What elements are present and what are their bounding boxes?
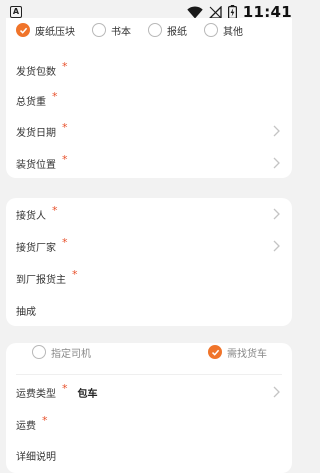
shipper-report-field[interactable]: 到厂报货主 * [6,262,292,294]
chevron-right-icon [273,240,280,252]
transport-card: 指定司机 需找货车 运费类型 * 包车 运费 * 详细说明 [6,343,292,473]
wifi-icon [187,5,203,18]
weight-field[interactable]: 总货重 * [6,84,292,116]
app-notification-icon: A [10,6,22,18]
chevron-right-icon [273,157,280,169]
cargo-type-label: 书本 [111,26,131,38]
specified-driver-option[interactable]: 指定司机 [32,345,91,360]
required-mark: * [62,235,68,249]
battery-charging-icon [227,5,237,19]
receiver-card: 接货人 * 接货厂家 * 到厂报货主 * 抽成 [6,198,292,326]
cargo-type-option-2[interactable]: 书本 [92,23,131,38]
cargo-type-option-4[interactable]: 其他 [204,23,243,38]
required-mark: * [52,89,58,103]
cellular-signal-icon [208,5,222,19]
find-truck-label: 需找货车 [227,348,267,360]
details-field[interactable]: 详细说明 [6,439,292,471]
required-mark: * [62,120,68,134]
cargo-type-label: 其他 [223,26,243,38]
chevron-right-icon [273,208,280,220]
packages-field[interactable]: 发货包数 * [6,54,292,86]
specified-driver-label: 指定司机 [51,348,91,360]
freight-type-field[interactable]: 运费类型 * 包车 [6,376,292,408]
cargo-type-label: 报纸 [167,26,187,38]
required-mark: * [52,203,58,217]
receiver-label: 接货人 [16,210,46,222]
shipment-card: 废纸压块 书本 报纸 其他 发货包数 * 总货重 * 发货日期 * 装货位置 * [6,18,292,178]
cargo-type-option-1[interactable]: 废纸压块 [16,23,75,38]
receiving-factory-label: 接货厂家 [16,242,56,254]
commission-field[interactable]: 抽成 [6,294,292,326]
required-mark: * [62,59,68,73]
freight-type-label: 运费类型 [16,388,56,400]
chevron-right-icon [273,386,280,398]
ship-date-field[interactable]: 发货日期 * [6,115,292,147]
required-mark: * [62,381,68,395]
required-mark: * [62,152,68,166]
freight-field[interactable]: 运费 * [6,408,292,440]
radio-unchecked-icon[interactable] [32,345,46,359]
freight-label: 运费 [16,420,36,432]
load-location-field[interactable]: 装货位置 * [6,147,292,179]
commission-label: 抽成 [16,306,36,318]
details-label: 详细说明 [16,451,56,463]
find-truck-option[interactable]: 需找货车 [208,345,267,360]
radio-unchecked-icon[interactable] [204,23,218,37]
radio-checked-icon[interactable] [208,345,222,359]
radio-unchecked-icon[interactable] [148,23,162,37]
packages-label: 发货包数 [16,66,56,78]
radio-unchecked-icon[interactable] [92,23,106,37]
divider [16,374,282,375]
freight-type-value: 包车 [77,388,98,400]
radio-checked-icon[interactable] [16,23,30,37]
chevron-right-icon [273,125,280,137]
ship-date-label: 发货日期 [16,127,56,139]
required-mark: * [72,267,78,281]
receiving-factory-field[interactable]: 接货厂家 * [6,230,292,262]
shipper-report-label: 到厂报货主 [16,274,66,286]
cargo-type-label: 废纸压块 [35,26,75,38]
load-location-label: 装货位置 [16,159,56,171]
required-mark: * [42,413,48,427]
receiver-field[interactable]: 接货人 * [6,198,292,230]
weight-label: 总货重 [16,96,46,108]
cargo-type-option-3[interactable]: 报纸 [148,23,187,38]
